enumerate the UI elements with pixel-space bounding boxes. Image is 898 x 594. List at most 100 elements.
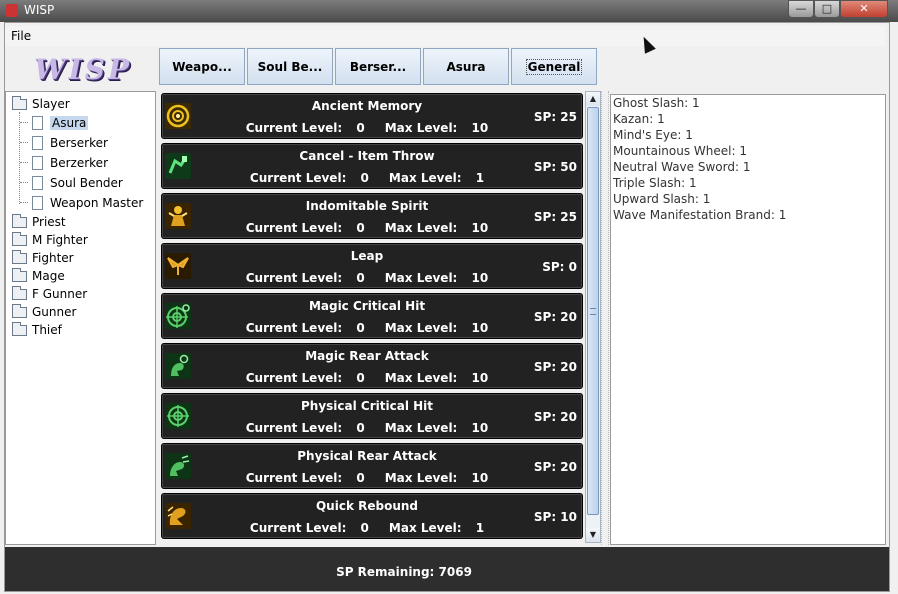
tab-label: Berser... [349,59,407,74]
tree-node-thief[interactable]: Thief [12,321,62,339]
skill-levels: Current Level: 0 Max Level: 10 [162,221,572,235]
menu-bar: File [5,26,885,46]
tree-node-label: Berserker [50,136,108,150]
scroll-up-arrow-icon[interactable]: ▲ [586,92,600,106]
tab-soul-bender[interactable]: Soul Be... [247,48,333,85]
page-icon [32,156,43,170]
tree-node-berzerker[interactable]: Berzerker [32,154,108,172]
summary-line: Triple Slash: 1 [613,176,697,190]
page-icon [32,116,43,130]
window-title: WISP [24,3,55,17]
skill-levels: Current Level: 0 Max Level: 10 [162,121,572,135]
tree-node-label: Asura [50,116,89,130]
summary-line: Ghost Slash: 1 [613,96,700,110]
current-level-value: 0 [360,171,369,185]
skill-name: Magic Rear Attack [305,349,429,363]
page-icon [32,176,43,190]
tab-asura[interactable]: Asura [423,48,509,85]
skill-card-physical-rear-attack[interactable]: Physical Rear Attack Current Level: 0 Max… [161,443,583,489]
skill-card-magic-rear-attack[interactable]: Magic Rear Attack Current Level: 0 Max Le… [161,343,583,389]
folder-icon [12,95,27,110]
skill-name: Physical Rear Attack [297,449,437,463]
tree-node-gunner[interactable]: Gunner [12,303,76,321]
skill-levels: Current Level: 0 Max Level: 1 [162,171,572,185]
tab-general[interactable]: General [511,48,597,85]
tree-node-label: Weapon Master [50,196,144,210]
page-icon [32,136,43,150]
current-level-value: 0 [356,371,365,385]
tree-node-mage[interactable]: Mage [12,267,65,285]
tree-node-berserker[interactable]: Berserker [32,134,108,152]
tree-node-label: Soul Bender [50,176,123,190]
tree-node-weapon-master[interactable]: Weapon Master [32,194,143,212]
skill-name: Ancient Memory [311,99,423,113]
page-icon [32,196,43,210]
folder-icon [12,231,27,246]
scrollbar-thumb[interactable] [587,107,599,515]
skill-card-physical-critical-hit[interactable]: Physical Critical Hit Current Level: 0 Ma… [161,393,583,439]
skill-summary-panel: Ghost Slash: 1 Kazan: 1 Mind's Eye: 1 Mo… [610,94,886,545]
summary-line: Wave Manifestation Brand: 1 [613,208,787,222]
folder-icon [12,321,27,336]
skill-name: Quick Rebound [315,499,419,513]
skill-sp: SP: 25 [533,110,577,124]
current-level-label: Current Level: [245,421,347,435]
maximize-button[interactable]: □ [814,0,840,18]
tab-label: General [525,58,583,75]
current-level-label: Current Level: [245,321,347,335]
current-level-label: Current Level: [245,271,347,285]
tab-berserker[interactable]: Berser... [335,48,421,85]
tree-node-m-fighter[interactable]: M Fighter [12,231,88,249]
max-level-value: 10 [471,121,489,135]
tab-weapon-master[interactable]: Weapo... [159,48,245,85]
tree-node-f-gunner[interactable]: F Gunner [12,285,87,303]
max-level-value: 10 [471,471,489,485]
max-level-label: Max Level: [384,121,462,135]
tab-bar: Weapo... Soul Be... Berser... Asura Gene… [159,48,599,87]
skill-card-leap[interactable]: Leap Current Level: 0 Max Level: 10 SP: 0 [161,243,583,289]
tree-node-label: Thief [32,323,62,337]
max-level-value: 10 [471,221,489,235]
skill-card-quick-rebound[interactable]: Quick Rebound Current Level: 0 Max Level:… [161,493,583,539]
tree-node-soul-bender[interactable]: Soul Bender [32,174,123,192]
max-level-value: 1 [475,521,485,535]
menu-file[interactable]: File [11,29,31,43]
skill-levels: Current Level: 0 Max Level: 1 [162,521,572,535]
tree-node-label: Fighter [32,251,74,265]
skill-name: Leap [350,249,384,263]
summary-line: Kazan: 1 [613,112,665,126]
close-button[interactable]: ✕ [840,0,888,18]
skill-name: Magic Critical Hit [308,299,426,313]
minimize-button[interactable]: — [788,0,814,18]
summary-line: Neutral Wave Sword: 1 [613,160,751,174]
skill-card-ancient-memory[interactable]: Ancient Memory Current Level: 0 Max Level… [161,93,583,139]
summary-line: Upward Slash: 1 [613,192,711,206]
max-level-label: Max Level: [384,371,462,385]
folder-icon [12,267,27,282]
skill-name: Indomitable Spirit [305,199,429,213]
skill-name: Physical Critical Hit [301,399,433,413]
skill-card-magic-critical-hit[interactable]: Magic Critical Hit Current Level: 0 Max L… [161,293,583,339]
tree-node-slayer[interactable]: Slayer [12,95,70,113]
max-level-label: Max Level: [384,221,462,235]
max-level-value: 1 [475,171,485,185]
class-tree: Slayer Asura Berserker Berzerker Soul Be… [5,91,156,545]
tab-label: Asura [446,59,486,74]
skill-sp: SP: 20 [533,310,577,324]
logo-text: WISP [34,52,132,86]
tree-node-fighter[interactable]: Fighter [12,249,74,267]
skill-levels: Current Level: 0 Max Level: 10 [162,371,572,385]
scroll-down-arrow-icon[interactable]: ▼ [586,528,600,542]
tree-node-asura[interactable]: Asura [32,114,89,132]
tree-node-priest[interactable]: Priest [12,213,66,231]
skill-card-indomitable-spirit[interactable]: Indomitable Spirit Current Level: 0 Max L… [161,193,583,239]
split-pane-divider[interactable] [601,91,609,545]
sp-remaining: SP Remaining: 7069 [336,565,472,579]
tab-label: Weapo... [172,59,232,74]
skill-list-scrollbar[interactable]: ▲ ▼ [585,91,601,543]
skill-card-cancel-item-throw[interactable]: Cancel - Item Throw Current Level: 0 Max … [161,143,583,189]
tree-node-label: Berzerker [50,156,109,170]
skill-name: Cancel - Item Throw [299,149,435,163]
skill-sp: SP: 20 [533,360,577,374]
summary-line: Mountainous Wheel: 1 [613,144,747,158]
